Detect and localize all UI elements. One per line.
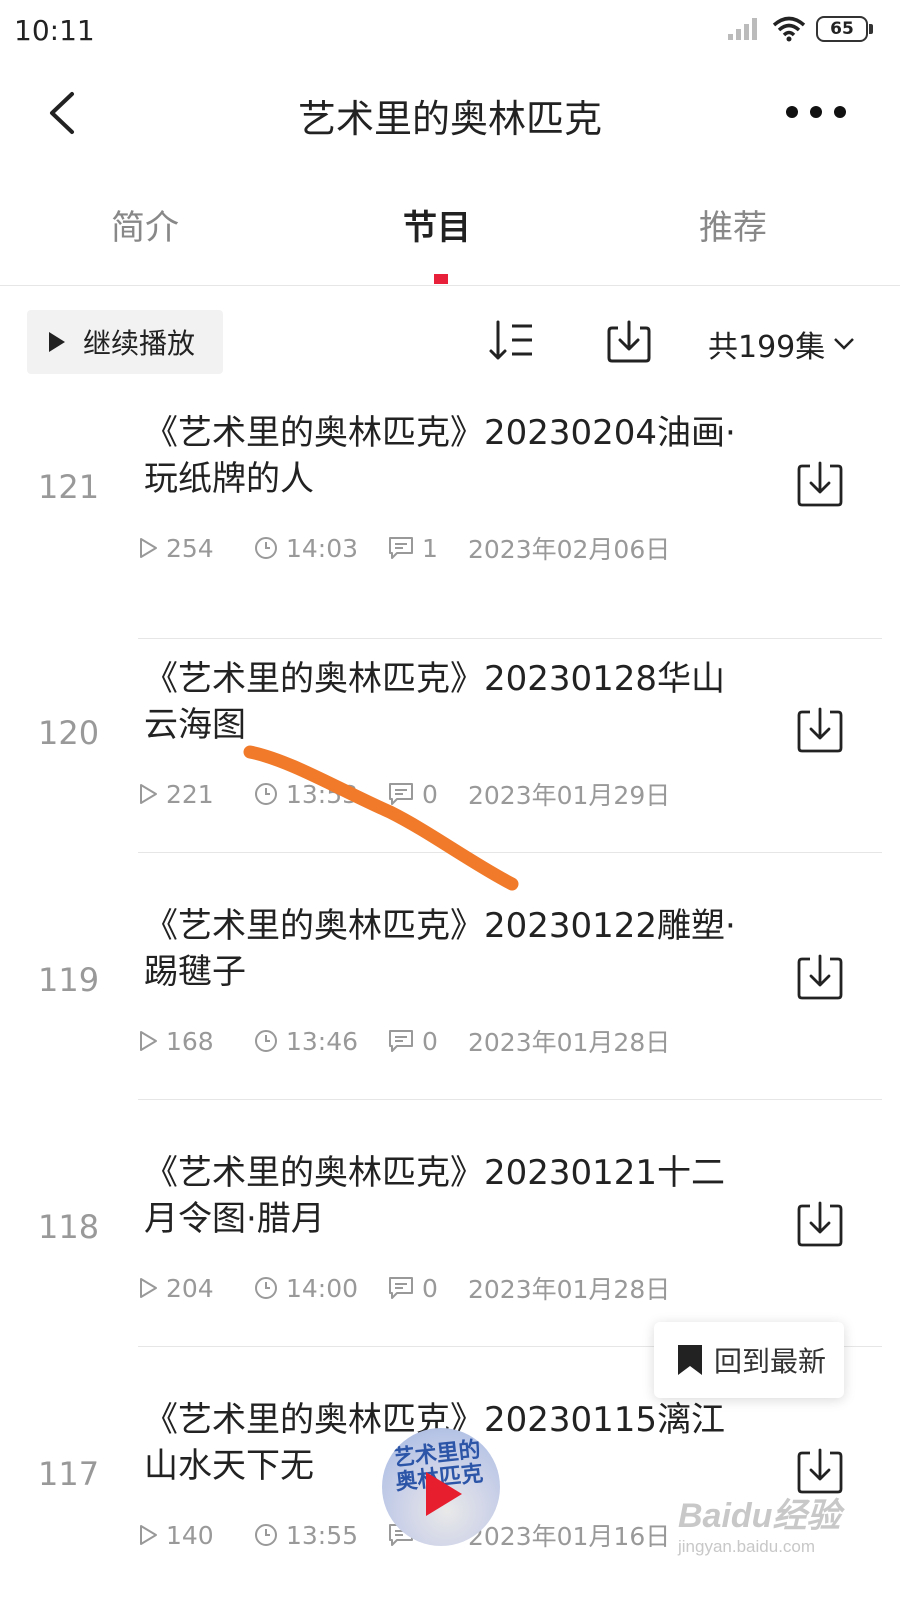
publish-date: 2023年01月16日: [468, 1522, 671, 1551]
tab-active-indicator: [434, 274, 448, 284]
play-icon: [426, 1472, 462, 1516]
episode-meta: 221 13:53 0 2023年01月29日: [138, 776, 670, 812]
status-time: 10:11: [14, 14, 95, 47]
comment-count: 0: [422, 779, 438, 809]
continue-play-label: 继续播放: [83, 327, 196, 360]
download-icon[interactable]: [796, 1200, 844, 1248]
tab-episodes[interactable]: 节目: [403, 200, 471, 249]
episode-number: 119: [38, 961, 100, 999]
tab-intro[interactable]: 简介: [111, 200, 179, 249]
episode-title-line: 《艺术里的奥林匹克》20230122雕塑·: [144, 906, 736, 946]
bookmark-icon: [678, 1345, 702, 1375]
episode-title-line: 《艺术里的奥林匹克》20230128华山: [144, 659, 726, 699]
play-count: 254: [166, 533, 214, 563]
mini-player[interactable]: 艺术里的 奥林匹克: [382, 1428, 500, 1546]
episode-title[interactable]: 《艺术里的奥林匹克》20230128华山 云海图: [144, 656, 784, 748]
play-count-icon: [140, 784, 157, 804]
play-count-icon: [140, 1031, 157, 1051]
episode-row[interactable]: 121 《艺术里的奥林匹克》20230204油画· 玩纸牌的人 254 14:0…: [0, 392, 900, 639]
tab-recommend[interactable]: 推荐: [699, 200, 767, 249]
baidu-watermark: Baidu经验 jingyan.baidu.com: [678, 1488, 840, 1557]
chevron-down-icon: [834, 338, 855, 350]
watermark-brand: Baidu经验: [678, 1497, 841, 1535]
play-icon: [49, 332, 65, 352]
nav-bar: 艺术里的奥林匹克: [0, 62, 900, 162]
download-icon[interactable]: [796, 953, 844, 1001]
publish-date: 2023年01月28日: [468, 1275, 671, 1304]
comment-count: 0: [422, 1273, 438, 1303]
episode-count-label: 共199集: [708, 330, 826, 365]
episode-title-line: 云海图: [144, 705, 246, 745]
duration: 13:55: [286, 1520, 359, 1550]
wifi-icon: [772, 16, 806, 42]
play-count-icon: [140, 1278, 157, 1298]
episode-title-line: 玩纸牌的人: [144, 459, 314, 499]
episode-title-line: 《艺术里的奥林匹克》20230204油画·: [144, 413, 736, 453]
comment-icon: [389, 1277, 413, 1299]
publish-date: 2023年01月28日: [468, 1028, 671, 1057]
battery-icon: 65: [816, 16, 873, 42]
episode-title-line: 踢毽子: [144, 952, 246, 992]
publish-date: 2023年02月06日: [468, 535, 671, 564]
download-all-icon[interactable]: [606, 320, 652, 364]
download-icon[interactable]: [796, 460, 844, 508]
episode-number: 117: [38, 1455, 100, 1493]
battery-level: 65: [830, 19, 854, 39]
more-options-icon[interactable]: [786, 100, 846, 124]
clock-icon: [255, 783, 277, 805]
duration: 13:53: [286, 779, 359, 809]
play-count: 204: [166, 1273, 214, 1303]
episode-row[interactable]: 120 《艺术里的奥林匹克》20230128华山 云海图 221 13:53 0…: [0, 606, 900, 853]
episode-row[interactable]: 119 《艺术里的奥林匹克》20230122雕塑· 踢毽子 168 13:46 …: [0, 853, 900, 1100]
clock-icon: [255, 537, 277, 559]
watermark-url: jingyan.baidu.com: [678, 1537, 816, 1556]
continue-play-button[interactable]: 继续播放: [27, 310, 223, 374]
clock-icon: [255, 1524, 277, 1546]
back-to-latest-button[interactable]: 回到最新: [654, 1322, 844, 1398]
episode-count-selector[interactable]: 共199集: [708, 322, 855, 366]
episode-meta: 204 14:00 0 2023年01月28日: [138, 1270, 670, 1306]
episode-meta: 254 14:03 1 2023年02月06日: [138, 530, 670, 566]
episode-title[interactable]: 《艺术里的奥林匹克》20230121十二 月令图·腊月: [144, 1150, 784, 1242]
episode-title[interactable]: 《艺术里的奥林匹克》20230204油画· 玩纸牌的人: [144, 410, 784, 502]
clock-icon: [255, 1277, 277, 1299]
tab-bar: 简介 节目 推荐: [0, 178, 900, 286]
clock-icon: [255, 1030, 277, 1052]
comment-icon: [389, 1030, 413, 1052]
comment-icon: [389, 783, 413, 805]
status-bar: 10:11 65: [0, 0, 900, 62]
episode-title-line: 《艺术里的奥林匹克》20230121十二: [144, 1153, 726, 1193]
play-count-icon: [140, 538, 157, 558]
comment-icon: [389, 537, 413, 559]
download-icon[interactable]: [796, 706, 844, 754]
list-toolbar: 继续播放 共199集: [0, 306, 900, 380]
duration: 14:00: [286, 1273, 359, 1303]
duration: 13:46: [286, 1026, 359, 1056]
play-count: 221: [166, 779, 214, 809]
episode-row[interactable]: 118 《艺术里的奥林匹克》20230121十二 月令图·腊月 204 14:0…: [0, 1100, 900, 1347]
episode-number: 118: [38, 1208, 100, 1246]
comment-count: 1: [422, 533, 438, 563]
episode-title[interactable]: 《艺术里的奥林匹克》20230122雕塑· 踢毽子: [144, 903, 784, 995]
comment-count: 0: [422, 1026, 438, 1056]
play-count: 140: [166, 1520, 214, 1550]
back-to-latest-label: 回到最新: [714, 1345, 827, 1378]
episode-number: 121: [38, 468, 100, 506]
play-count-icon: [140, 1525, 157, 1545]
play-count: 168: [166, 1026, 214, 1056]
episode-meta: 168 13:46 0 2023年01月28日: [138, 1023, 670, 1059]
page-title: 艺术里的奥林匹克: [297, 97, 602, 141]
duration: 14:03: [286, 533, 359, 563]
episode-number: 120: [38, 714, 100, 752]
sort-icon[interactable]: [488, 320, 536, 362]
episode-title-line: 月令图·腊月: [144, 1199, 325, 1239]
publish-date: 2023年01月29日: [468, 781, 671, 810]
signal-icon: [728, 18, 757, 40]
